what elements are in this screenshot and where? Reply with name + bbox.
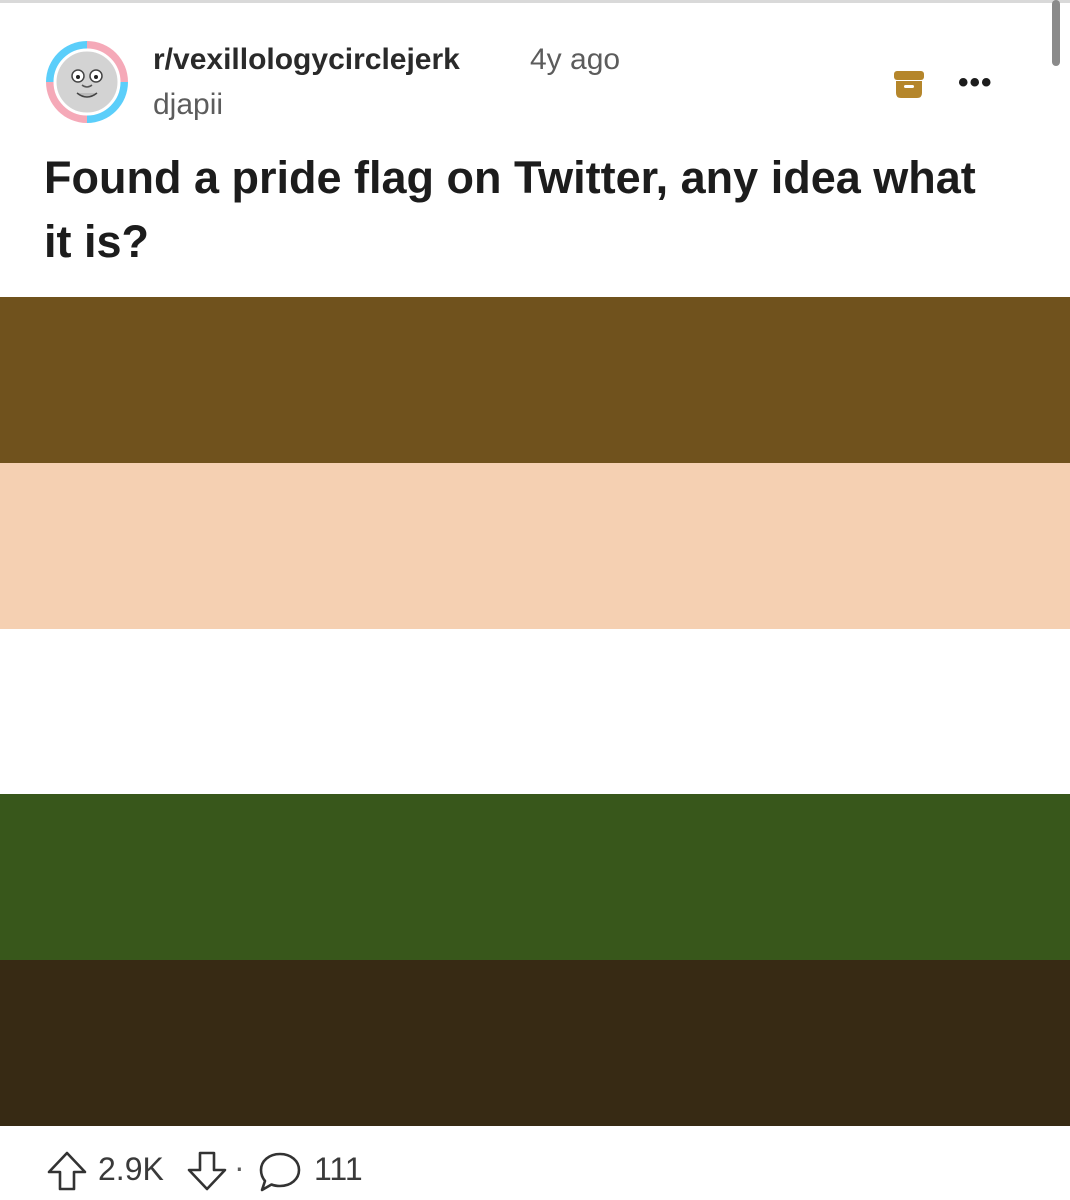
flag-stripe [0, 297, 1070, 463]
flag-stripe [0, 794, 1070, 961]
separator-dot: · [234, 1149, 245, 1185]
flag-stripe [0, 628, 1070, 795]
post-time: 4y ago [530, 43, 621, 76]
flag-stripe [0, 462, 1070, 629]
more-options-icon[interactable]: ••• [958, 66, 1002, 100]
comment-count: 111 [314, 1151, 363, 1187]
post-author[interactable]: djapii [153, 88, 223, 122]
subreddit-name[interactable]: r/vexillologycirclejerk [153, 43, 460, 77]
post-footer: 2.9K · 111 [0, 1143, 1070, 1193]
vote-score: 2.9K [98, 1151, 164, 1187]
top-divider [0, 0, 1070, 3]
post-title[interactable]: Found a pride flag on Twitter, any idea … [44, 146, 1004, 274]
upvote-arrow-icon[interactable] [46, 1150, 88, 1192]
flag-stripe [0, 960, 1070, 1126]
archive-icon[interactable] [893, 68, 925, 100]
subreddit-avatar[interactable] [46, 41, 128, 123]
face-icon [53, 48, 121, 116]
post-image-flag[interactable] [0, 297, 1070, 1126]
comment-bubble-icon[interactable] [258, 1151, 302, 1193]
scrollbar-thumb[interactable] [1052, 0, 1060, 66]
downvote-arrow-icon[interactable] [186, 1150, 228, 1192]
